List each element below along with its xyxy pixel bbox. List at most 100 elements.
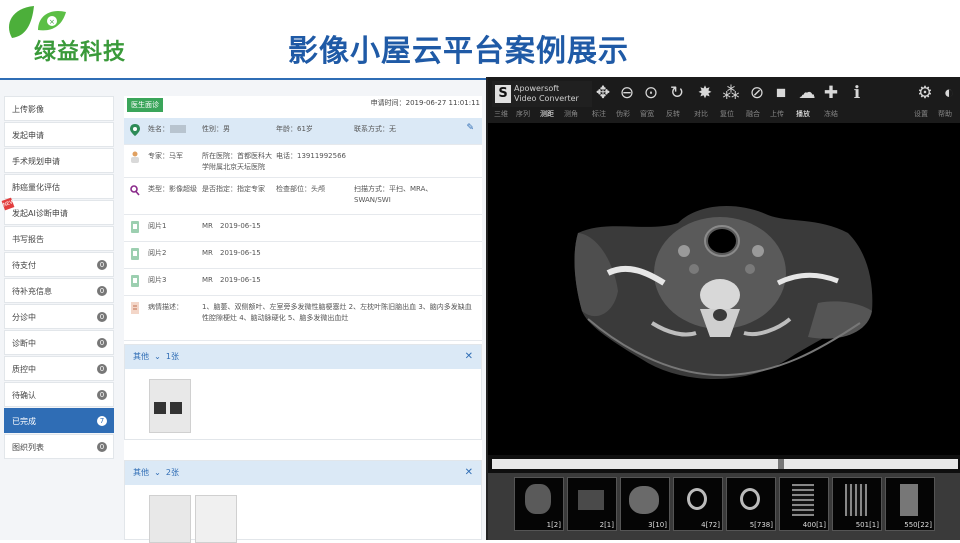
- sidebar-item-triage[interactable]: 分诊中 0: [4, 304, 114, 329]
- series-thumbnail[interactable]: 1[2]: [514, 477, 564, 531]
- add-icon[interactable]: ✚: [820, 83, 842, 103]
- tool-label[interactable]: 冻结: [824, 109, 838, 119]
- help-icon[interactable]: ◐: [938, 83, 960, 103]
- series-label: 550[22]: [904, 521, 932, 529]
- film-icon: [131, 248, 139, 260]
- panel-title: 其他: [133, 468, 149, 477]
- tool-label[interactable]: 窗宽: [640, 109, 654, 119]
- edit-icon[interactable]: ✎: [466, 123, 474, 133]
- history-label: 病情描述：: [148, 303, 183, 311]
- case-body-part: 检查部位：头颅: [276, 185, 325, 193]
- sidebar-item-new-request[interactable]: 发起申请: [4, 122, 114, 147]
- film-row[interactable]: 阅片1 MR 2019-06-15: [124, 215, 482, 242]
- rotate-icon[interactable]: ↻: [666, 83, 688, 103]
- sidebar-item-diagnosing[interactable]: 诊断中 0: [4, 330, 114, 355]
- film-modality: MR: [202, 222, 213, 230]
- case-app: 上传影像 发起申请 手术规划申请 肺癌量化评估 NEW 发起AI诊断申请 书写报告…: [0, 80, 486, 543]
- series-thumbnail[interactable]: 400[1]: [779, 477, 829, 531]
- panel-header[interactable]: 其他 ⌄ 1张 ✕: [125, 345, 481, 369]
- panel-size: 2张: [165, 468, 179, 477]
- tool-label[interactable]: 测角: [564, 109, 578, 119]
- film-row[interactable]: 阅片3 MR 2019-06-15: [124, 269, 482, 296]
- count-badge: 0: [97, 312, 107, 322]
- scrollbar-thumb[interactable]: [778, 459, 784, 469]
- film-icon: [131, 221, 139, 233]
- tool-label[interactable]: 反转: [666, 109, 680, 119]
- tool-label[interactable]: 播放: [796, 109, 810, 119]
- svg-text:×: ×: [49, 18, 55, 26]
- case-type: 类型：影像超级: [148, 185, 197, 193]
- attachment-thumbnail[interactable]: [149, 495, 191, 543]
- sidebar-item-completed[interactable]: 已完成 7: [4, 408, 114, 433]
- sidebar-item-to-confirm[interactable]: 待确认 0: [4, 382, 114, 407]
- sidebar-item-upload-images[interactable]: 上传影像: [4, 96, 114, 121]
- info-icon[interactable]: ℹ: [846, 83, 868, 103]
- tool-label[interactable]: 标注: [592, 109, 606, 119]
- film-row[interactable]: 阅片2 MR 2019-06-15: [124, 242, 482, 269]
- tool-label[interactable]: 测距: [540, 109, 554, 119]
- tool-label[interactable]: 设置: [914, 109, 928, 119]
- chevron-down-icon: ⌄: [151, 352, 164, 361]
- patient-contact: 联系方式：无: [354, 125, 396, 133]
- chevron-down-icon: ⌄: [151, 468, 164, 477]
- sidebar-item-surgery-planning[interactable]: 手术规划申请: [4, 148, 114, 173]
- pan-icon[interactable]: ✥: [592, 83, 614, 103]
- cloud-icon[interactable]: ☁: [796, 83, 818, 103]
- close-icon[interactable]: ✕: [465, 345, 473, 369]
- invert-icon[interactable]: ⊘: [746, 83, 768, 103]
- series-thumbnail[interactable]: 2[1]: [567, 477, 617, 531]
- document-icon: [131, 302, 139, 314]
- square-icon[interactable]: ■: [770, 83, 792, 103]
- series-strip: 1[2] 2[1] 3[10] 4[72] 5[738] 400[1] 501[…: [488, 473, 960, 540]
- settings-icon[interactable]: ⚙: [914, 83, 936, 103]
- sidebar-item-need-info[interactable]: 待补充信息 0: [4, 278, 114, 303]
- tool-label[interactable]: 帮助: [938, 109, 952, 119]
- slice-scrollbar[interactable]: [492, 459, 958, 469]
- sidebar-item-pending-payment[interactable]: 待支付 0: [4, 252, 114, 277]
- tool-label[interactable]: 伪彩: [616, 109, 630, 119]
- count-badge: 0: [97, 390, 107, 400]
- sidebar-item-quality-control[interactable]: 质控中 0: [4, 356, 114, 381]
- film-name: 阅片3: [148, 276, 167, 284]
- series-label: 400[1]: [802, 521, 826, 529]
- location-pin-icon: [130, 124, 140, 136]
- type-row: 类型：影像超级 是否指定：指定专家 检查部位：头颅 扫描方式：平扫、MRA、SW…: [124, 178, 482, 215]
- window-level-icon[interactable]: ✸: [694, 83, 716, 103]
- close-icon[interactable]: ✕: [465, 461, 473, 485]
- tool-label[interactable]: 融合: [746, 109, 760, 119]
- attachment-panel: 其他 ⌄ 2张 ✕: [124, 460, 482, 543]
- case-info-table: 姓名： 性别：男 年龄：61岁 联系方式：无 ✎ 专家：马军 所在医院：首都医科…: [124, 118, 482, 341]
- sidebar-item-image-list[interactable]: 图织列表 0: [4, 434, 114, 459]
- apply-time: 申请时间：2019-06-27 11:01:11: [370, 99, 480, 107]
- watermark-badge: S Apowersoft Video Converter: [492, 81, 592, 107]
- watermark-logo: S: [495, 85, 511, 103]
- attachment-thumbnail[interactable]: [149, 379, 191, 433]
- history-text: 1、脑萎、双侧额叶、左室旁多发微性脑梗塞灶 2、左枕叶陈旧脑出血 3、脑内多发缺…: [202, 303, 472, 322]
- series-label: 2[1]: [599, 521, 614, 529]
- zoom-out-icon[interactable]: ⊖: [616, 83, 638, 103]
- magnify-icon[interactable]: ⊙: [640, 83, 662, 103]
- tool-label[interactable]: 上传: [770, 109, 784, 119]
- series-thumbnail[interactable]: 4[72]: [673, 477, 723, 531]
- image-viewport[interactable]: [488, 123, 960, 455]
- attachment-thumbnail[interactable]: [195, 495, 237, 543]
- series-thumbnail[interactable]: 5[738]: [726, 477, 776, 531]
- panel-size: 1张: [165, 352, 179, 361]
- history-row: 病情描述： 1、脑萎、双侧额叶、左室旁多发微性脑梗塞灶 2、左枕叶陈旧脑出血 3…: [124, 296, 482, 341]
- series-thumbnail[interactable]: 501[1]: [832, 477, 882, 531]
- tool-label[interactable]: 三维: [494, 109, 508, 119]
- sidebar-item-write-report[interactable]: 书写报告: [4, 226, 114, 251]
- film-name: 阅片2: [148, 249, 167, 257]
- ct-scan-image: [488, 123, 960, 455]
- grid-icon[interactable]: ⁂: [720, 83, 742, 103]
- photo-content: [170, 402, 182, 414]
- tool-label[interactable]: 对比: [694, 109, 708, 119]
- sidebar-item-lung-assessment[interactable]: 肺癌量化评估: [4, 174, 114, 199]
- film-date: 2019-06-15: [220, 276, 261, 284]
- tool-label[interactable]: 复位: [720, 109, 734, 119]
- series-thumbnail[interactable]: 3[10]: [620, 477, 670, 531]
- series-thumbnail[interactable]: 550[22]: [885, 477, 935, 531]
- sidebar-item-ai-diagnosis[interactable]: NEW 发起AI诊断申请: [1, 197, 114, 225]
- tool-label[interactable]: 序列: [516, 109, 530, 119]
- panel-header[interactable]: 其他 ⌄ 2张 ✕: [125, 461, 481, 485]
